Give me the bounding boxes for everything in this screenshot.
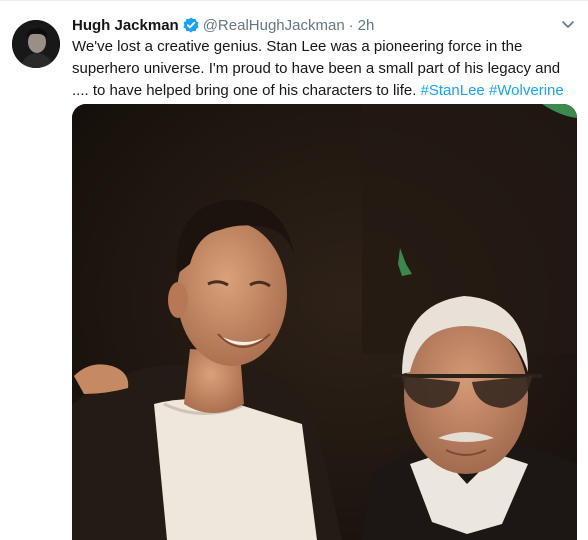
tweet-header: Hugh Jackman @RealHughJackman · 2h bbox=[72, 14, 548, 36]
hashtag-wolverine[interactable]: #Wolverine bbox=[489, 82, 564, 99]
author-name[interactable]: Hugh Jackman bbox=[72, 17, 179, 34]
tweet[interactable]: Hugh Jackman @RealHughJackman · 2h We've… bbox=[0, 0, 588, 540]
separator-dot: · bbox=[348, 16, 354, 34]
tweet-text: We've lost a creative genius. Stan Lee w… bbox=[72, 36, 572, 102]
tweet-photo[interactable] bbox=[72, 104, 577, 540]
tweet-timestamp[interactable]: 2h bbox=[358, 17, 375, 34]
chevron-down-icon[interactable] bbox=[560, 16, 576, 32]
avatar[interactable] bbox=[12, 20, 60, 68]
hashtag-stanlee[interactable]: #StanLee bbox=[421, 82, 485, 99]
verified-badge-icon bbox=[183, 17, 199, 33]
author-handle[interactable]: @RealHughJackman bbox=[203, 17, 345, 34]
